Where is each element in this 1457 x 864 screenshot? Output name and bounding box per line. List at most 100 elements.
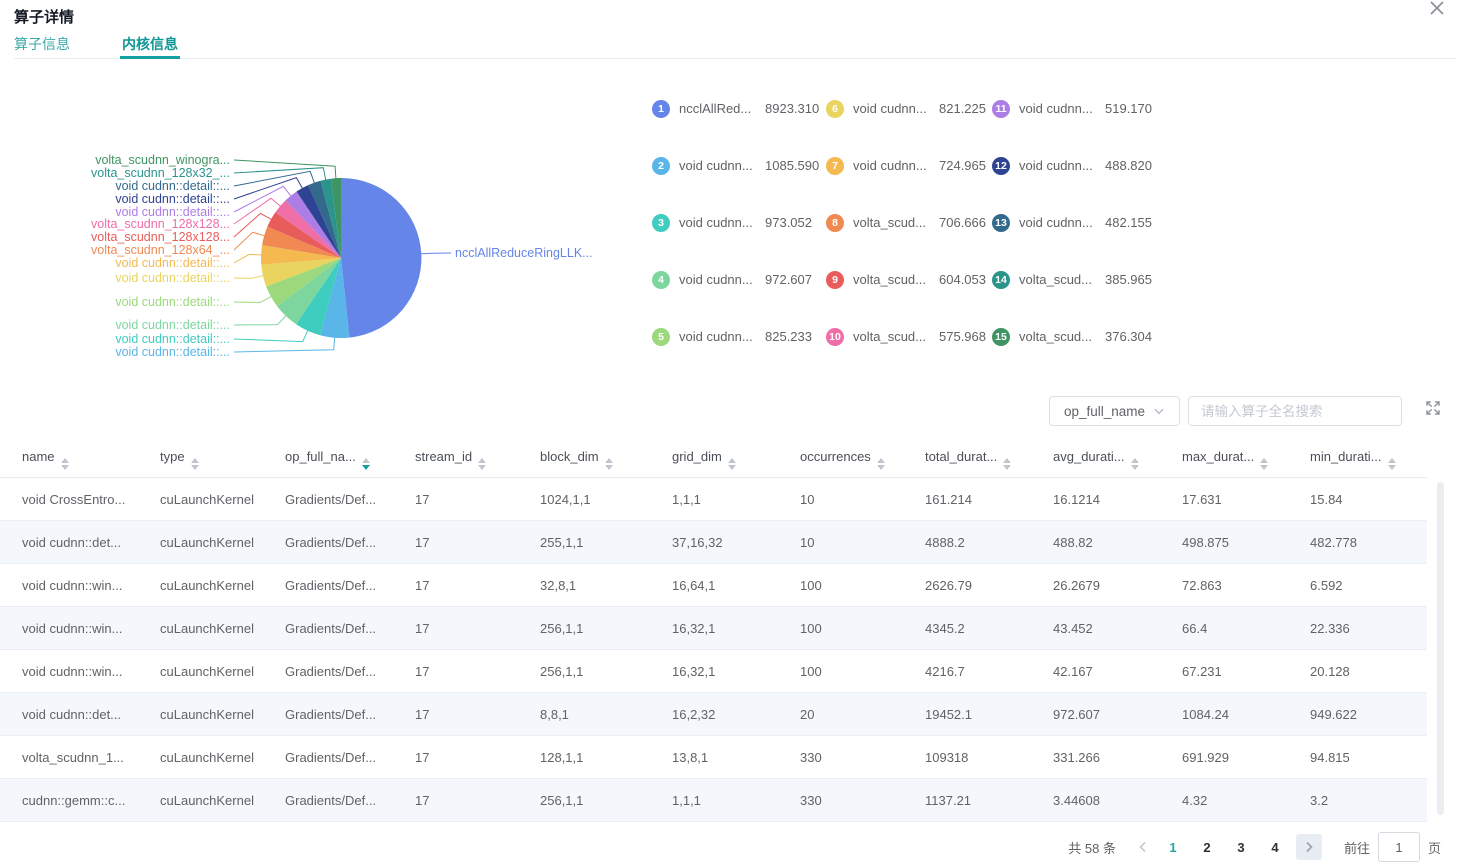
filter-field-select[interactable]: op_full_name (1049, 396, 1180, 426)
table-row[interactable]: void cudnn::win...cuLaunchKernelGradient… (0, 650, 1427, 693)
legend-item-10[interactable]: 10volta_scud...575.968 (826, 308, 986, 365)
sort-carets-icon[interactable] (728, 458, 736, 470)
legend-item-12[interactable]: 12void cudnn...488.820 (992, 137, 1152, 194)
table-cell: 67.231 (1182, 650, 1310, 693)
legend-rank-badge: 15 (992, 328, 1010, 346)
close-icon[interactable] (1427, 0, 1447, 18)
column-label: name (22, 449, 55, 464)
legend-kernel-duration: 376.304 (1105, 329, 1152, 344)
page-number-list: 1234 (1156, 840, 1292, 855)
sort-carets-icon[interactable] (1388, 458, 1396, 470)
table-cell: void cudnn::win... (0, 564, 160, 607)
legend-item-2[interactable]: 2void cudnn...1085.590 (652, 137, 819, 194)
table-cell: cudnn::gemm::c... (0, 779, 160, 822)
table-cell: 4216.7 (925, 650, 1053, 693)
legend-rank-badge: 8 (826, 214, 844, 232)
legend-item-1[interactable]: 1ncclAllRed...8923.310 (652, 80, 819, 137)
sort-carets-icon[interactable] (877, 458, 885, 470)
legend-item-7[interactable]: 7void cudnn...724.965 (826, 137, 986, 194)
table-cell: 498.875 (1182, 521, 1310, 564)
legend-kernel-name: void cudnn... (679, 329, 763, 344)
table-cell: 17 (415, 521, 540, 564)
legend-item-9[interactable]: 9volta_scud...604.053 (826, 251, 986, 308)
page-number-2[interactable]: 2 (1197, 840, 1217, 855)
table-cell: 330 (800, 736, 925, 779)
legend-rank-badge: 13 (992, 214, 1010, 232)
legend-item-14[interactable]: 14volta_scud...385.965 (992, 251, 1152, 308)
legend-item-3[interactable]: 3void cudnn...973.052 (652, 194, 819, 251)
table-cell: void cudnn::det... (0, 693, 160, 736)
sort-carets-icon[interactable] (478, 458, 486, 470)
table-cell: cuLaunchKernel (160, 564, 285, 607)
column-header-name[interactable]: name (0, 442, 160, 478)
legend-item-4[interactable]: 4void cudnn...972.607 (652, 251, 819, 308)
column-header-avg_durati[interactable]: avg_durati... (1053, 442, 1182, 478)
legend-item-5[interactable]: 5void cudnn...825.233 (652, 308, 819, 365)
column-header-op_full_na[interactable]: op_full_na... (285, 442, 415, 478)
table-cell: 16,32,1 (672, 650, 800, 693)
table-row[interactable]: void cudnn::win...cuLaunchKernelGradient… (0, 564, 1427, 607)
page-number-3[interactable]: 3 (1231, 840, 1251, 855)
fullscreen-icon[interactable] (1424, 399, 1442, 417)
column-label: avg_durati... (1053, 449, 1125, 464)
column-header-max_durat[interactable]: max_durat... (1182, 442, 1310, 478)
legend-item-15[interactable]: 15 volta_scud...376.304 (992, 308, 1152, 365)
column-header-stream_id[interactable]: stream_id (415, 442, 540, 478)
tab-kernel-info[interactable]: 内核信息 (122, 33, 178, 58)
table-row[interactable]: void cudnn::det...cuLaunchKernelGradient… (0, 693, 1427, 736)
sort-carets-icon[interactable] (61, 458, 69, 470)
column-header-min_durati[interactable]: min_durati... (1310, 442, 1427, 478)
sort-carets-icon[interactable] (605, 458, 613, 470)
legend-rank-badge: 6 (826, 100, 844, 118)
page-number-4[interactable]: 4 (1265, 840, 1285, 855)
legend-kernel-name: volta_scud... (1019, 329, 1103, 344)
pie-legend: 1ncclAllRed...8923.3102void cudnn...1085… (0, 80, 1160, 370)
search-input[interactable] (1188, 396, 1402, 426)
legend-kernel-name: ncclAllRed... (679, 101, 763, 116)
legend-item-13[interactable]: 13void cudnn...482.155 (992, 194, 1152, 251)
legend-rank-badge: 3 (652, 214, 670, 232)
table-cell: 255,1,1 (540, 521, 672, 564)
table-cell: 256,1,1 (540, 779, 672, 822)
goto-page-input[interactable] (1378, 832, 1420, 862)
legend-rank-badge: 4 (652, 271, 670, 289)
table-cell: 15.84 (1310, 478, 1427, 521)
legend-kernel-duration: 8923.310 (765, 101, 819, 116)
page-number-1[interactable]: 1 (1163, 840, 1183, 855)
legend-kernel-name: void cudnn... (1019, 101, 1103, 116)
table-scrollbar[interactable] (1437, 482, 1444, 815)
sort-carets-icon[interactable] (1131, 458, 1139, 470)
table-row[interactable]: void CrossEntro...cuLaunchKernelGradient… (0, 478, 1427, 521)
legend-kernel-duration: 575.968 (939, 329, 986, 344)
table-cell: 1084.24 (1182, 693, 1310, 736)
next-page-button[interactable] (1296, 834, 1322, 860)
legend-item-6[interactable]: 6 void cudnn...821.225 (826, 80, 986, 137)
table-cell: cuLaunchKernel (160, 693, 285, 736)
legend-kernel-duration: 821.225 (939, 101, 986, 116)
legend-kernel-name: void cudnn... (853, 101, 937, 116)
table-row[interactable]: cudnn::gemm::c...cuLaunchKernelGradients… (0, 779, 1427, 822)
tab-operator-info[interactable]: 算子信息 (14, 33, 70, 58)
column-header-occurrences[interactable]: occurrences (800, 442, 925, 478)
table-cell: 128,1,1 (540, 736, 672, 779)
column-label: total_durat... (925, 449, 997, 464)
table-row[interactable]: void cudnn::win...cuLaunchKernelGradient… (0, 607, 1427, 650)
sort-carets-icon[interactable] (1003, 458, 1011, 470)
legend-rank-badge: 11 (992, 100, 1010, 118)
column-label: stream_id (415, 449, 472, 464)
column-header-block_dim[interactable]: block_dim (540, 442, 672, 478)
sort-carets-icon[interactable] (1260, 458, 1268, 470)
legend-item-11[interactable]: 11void cudnn...519.170 (992, 80, 1152, 137)
prev-page-button[interactable] (1130, 834, 1156, 860)
sort-carets-icon[interactable] (362, 458, 370, 470)
legend-kernel-name: volta_scud... (853, 215, 937, 230)
table-row[interactable]: void cudnn::det...cuLaunchKernelGradient… (0, 521, 1427, 564)
column-header-total_durat[interactable]: total_durat... (925, 442, 1053, 478)
column-header-grid_dim[interactable]: grid_dim (672, 442, 800, 478)
sort-carets-icon[interactable] (191, 458, 199, 470)
table-row[interactable]: volta_scudnn_1...cuLaunchKernelGradients… (0, 736, 1427, 779)
column-header-type[interactable]: type (160, 442, 285, 478)
legend-item-8[interactable]: 8volta_scud...706.666 (826, 194, 986, 251)
column-label: max_durat... (1182, 449, 1254, 464)
table-cell: cuLaunchKernel (160, 736, 285, 779)
